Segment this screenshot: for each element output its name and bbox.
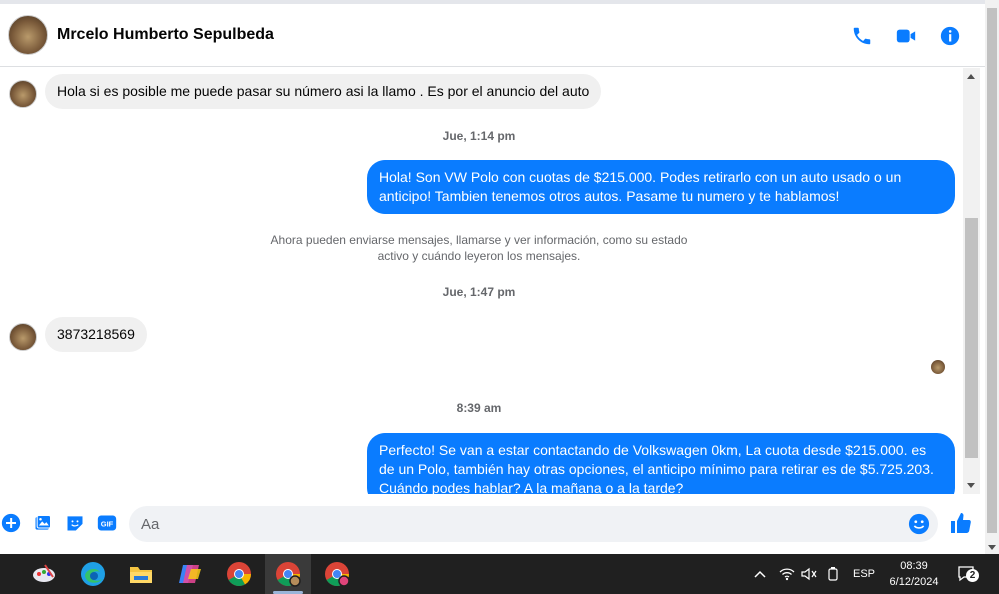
copilot-icon[interactable] [167,554,213,594]
language-indicator[interactable]: ESP [853,554,875,594]
page-scrollbar[interactable] [985,0,999,554]
conversation-header: Mrcelo Humberto Sepulbeda [0,4,985,67]
scrollbar-thumb[interactable] [965,218,978,458]
system-notice-line1: Ahora pueden enviarse mensajes, llamarse… [270,233,688,247]
plus-icon[interactable] [0,512,22,534]
message-timestamp: Jue, 1:14 pm [442,129,516,143]
sender-avatar[interactable] [9,80,37,108]
file-explorer-icon[interactable] [118,554,164,594]
message-input-box[interactable] [129,506,938,542]
widgets-icon[interactable] [0,554,8,594]
chrome-icon[interactable] [216,554,262,594]
wifi-icon[interactable] [779,554,797,594]
notification-count: 2 [966,569,979,582]
info-icon[interactable] [938,24,962,48]
chevron-up-icon[interactable] [753,554,769,594]
edge-browser-icon[interactable] [70,554,116,594]
scroll-down-arrow[interactable] [967,483,975,488]
message-scrollbar[interactable] [963,68,980,494]
paint-app-icon[interactable] [21,554,67,594]
system-clock[interactable]: 08:39 6/12/2024 [880,558,948,590]
volume-muted-icon[interactable] [801,554,819,594]
image-icon[interactable] [32,512,54,534]
page-scroll-down-arrow[interactable] [988,545,996,550]
sender-avatar[interactable] [9,323,37,351]
incoming-message[interactable]: 3873218569 [45,317,147,352]
message-timestamp: 8:39 am [456,401,502,415]
message-timestamp: Jue, 1:47 pm [442,285,516,299]
outgoing-message[interactable]: Hola! Son VW Polo con cuotas de $215.000… [367,160,955,214]
clock-time: 08:39 [900,560,928,572]
gif-label: GIF [101,519,114,528]
chrome-profile-c-icon[interactable] [314,554,360,594]
windows-taskbar: ESP 08:39 6/12/2024 2 [0,554,999,594]
clock-date: 6/12/2024 [889,576,939,588]
battery-icon[interactable] [826,554,842,594]
message-input[interactable] [141,506,901,542]
outgoing-message[interactable]: Perfecto! Se van a estar contactando de … [367,433,955,494]
phone-icon[interactable] [850,24,874,48]
seen-avatar [931,360,945,374]
system-notice: Ahora pueden enviarse mensajes, llamarse… [259,232,699,264]
page-scrollbar-thumb[interactable] [987,8,997,533]
emoji-icon[interactable] [908,513,930,535]
video-camera-icon[interactable] [894,24,918,48]
message-composer: GIF [0,498,985,550]
contact-avatar[interactable] [8,15,48,55]
chrome-profile-icon[interactable] [265,554,311,594]
scroll-up-arrow[interactable] [967,74,975,79]
gif-icon[interactable]: GIF [96,512,118,534]
sticker-icon[interactable] [64,512,86,534]
message-list[interactable]: Hola si es posible me puede pasar su núm… [0,68,963,494]
incoming-message[interactable]: Hola si es posible me puede pasar su núm… [45,74,602,109]
system-notice-line2: activo y cuándo leyeron los mensajes. [377,249,581,263]
contact-name[interactable]: Mrcelo Humberto Sepulbeda [57,26,274,44]
thumbs-up-icon[interactable] [948,510,974,536]
notification-bell-icon[interactable]: 2 [957,564,979,584]
